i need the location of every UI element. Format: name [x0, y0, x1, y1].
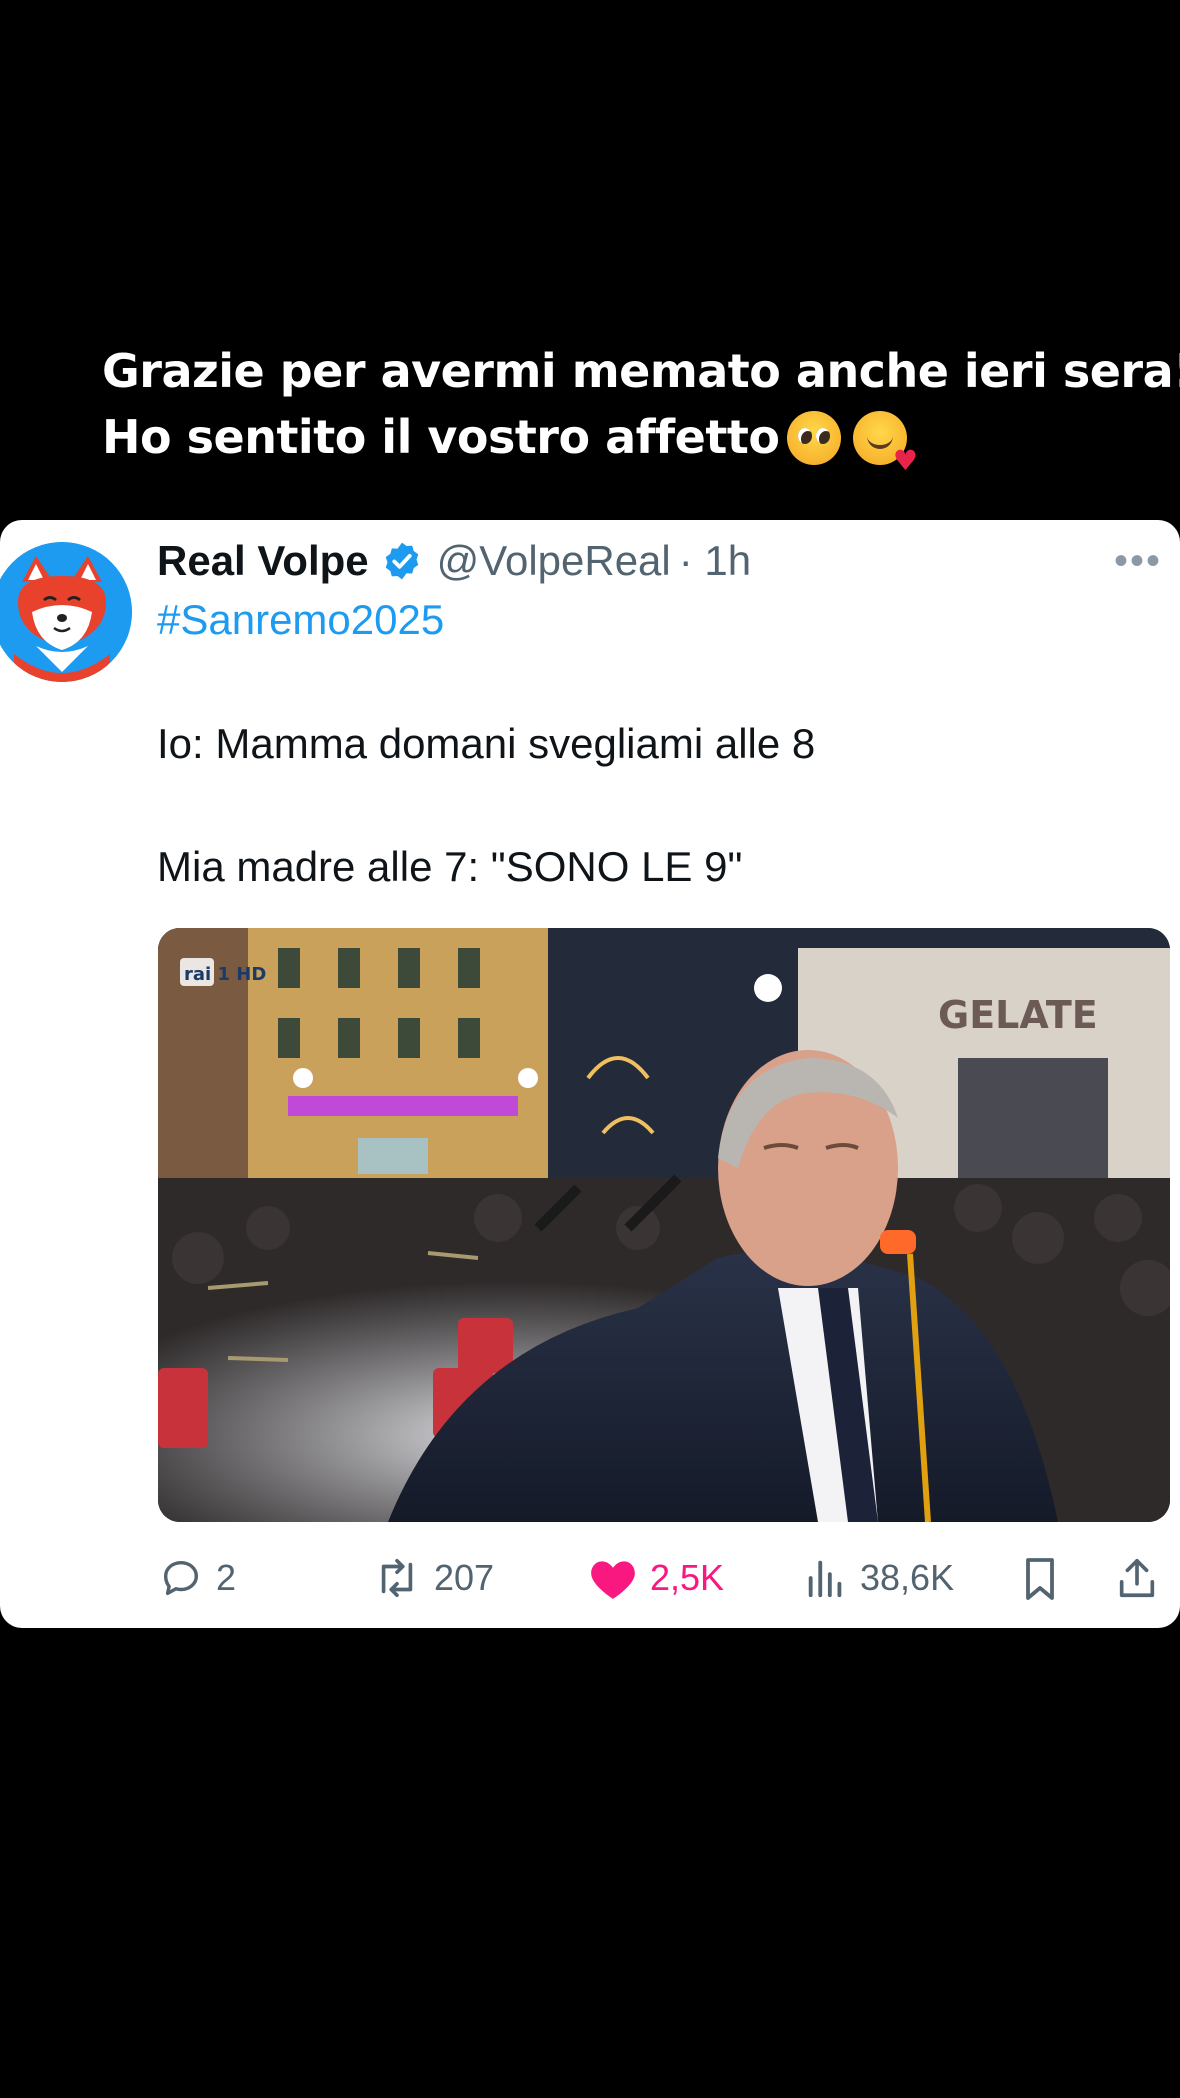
caption-line-1: Grazie per avermi memato anche ieri sera…	[102, 344, 1180, 398]
smiling-face-with-hearts-emoji-icon	[853, 411, 917, 475]
more-options-icon[interactable]: •••	[1114, 541, 1162, 581]
reply-button[interactable]: 2	[158, 1548, 236, 1608]
caption-line-2: Ho sentito il vostro affetto	[102, 404, 1142, 475]
shop-sign-text: GELATE	[938, 993, 1098, 1037]
repost-count: 207	[434, 1557, 495, 1598]
verified-badge-icon	[385, 542, 418, 580]
display-name[interactable]: Real Volpe	[157, 537, 369, 585]
caption-line-2-text: Ho sentito il vostro affetto	[102, 410, 780, 464]
bookmark-icon	[1026, 1558, 1054, 1600]
hashtag-link[interactable]: #Sanremo2025	[157, 596, 444, 644]
bookmark-button[interactable]	[1018, 1548, 1062, 1608]
tweet-action-bar: 2 207 2,5K 38,6K	[0, 1548, 1180, 1608]
tweet-text-line-2: Mia madre alle 7: "SONO LE 9"	[157, 843, 743, 890]
user-handle[interactable]: @VolpeReal	[437, 537, 671, 585]
post-time[interactable]: · 1h	[679, 537, 751, 585]
views-chart-icon	[808, 1560, 842, 1598]
reply-icon	[163, 1560, 199, 1596]
reply-count: 2	[216, 1557, 237, 1598]
repost-icon	[381, 1558, 413, 1598]
sanremo-scene-illustration: GELATE rai 1 HD	[158, 928, 1170, 1522]
views-button[interactable]: 38,6K	[804, 1548, 954, 1608]
tv-channel-logo: rai 1 HD	[184, 964, 266, 985]
share-icon	[1119, 1558, 1155, 1598]
like-button[interactable]: 2,5K	[588, 1548, 724, 1608]
like-count: 2,5K	[650, 1557, 725, 1598]
heart-icon	[591, 1561, 635, 1599]
share-button[interactable]	[1114, 1548, 1160, 1608]
tweet-text-line-1: Io: Mamma domani svegliami alle 8	[157, 720, 816, 767]
video-caption: Grazie per avermi memato anche ieri sera…	[102, 338, 1180, 475]
repost-button[interactable]: 207	[372, 1548, 494, 1608]
views-count: 38,6K	[860, 1557, 955, 1598]
pleading-face-emoji-icon	[787, 411, 842, 465]
tweet-media-image[interactable]: GELATE rai 1 HD	[158, 928, 1170, 1522]
tweet-header: Real Volpe @VolpeReal · 1h	[157, 534, 751, 588]
